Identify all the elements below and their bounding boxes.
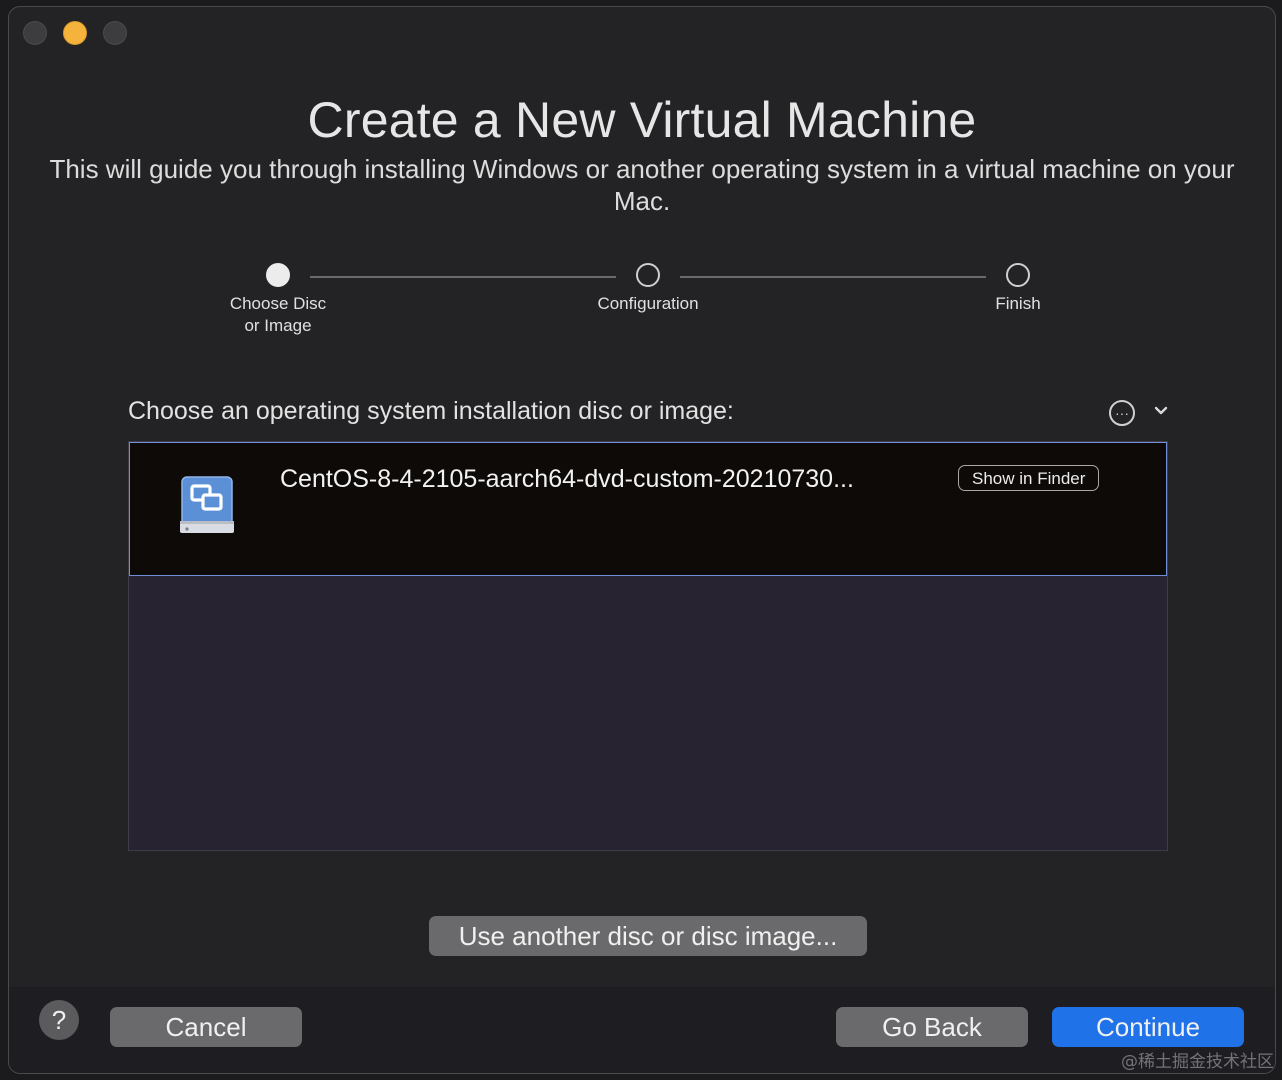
window: Create a New Virtual Machine This will g… (8, 6, 1276, 1074)
step-label: Configuration (597, 294, 699, 313)
close-window-button[interactable] (23, 21, 47, 45)
minimize-window-button[interactable] (63, 21, 87, 45)
help-button[interactable]: ? (39, 1000, 79, 1040)
continue-button[interactable]: Continue (1052, 1007, 1244, 1047)
wizard-steps: Choose Disc or Image Configuration Finis… (9, 263, 1275, 353)
ellipsis-circle-icon[interactable]: ··· (1109, 400, 1135, 426)
disc-list[interactable]: CentOS-8-4-2105-aarch64-dvd-custom-20210… (128, 441, 1168, 851)
disk-image-icon (180, 476, 234, 533)
step-dot-active (266, 263, 290, 287)
chevron-down-icon[interactable] (1151, 401, 1171, 421)
watermark: @稀土掘金技术社区 (1121, 1052, 1274, 1072)
disc-image-name: CentOS-8-4-2105-aarch64-dvd-custom-20210… (280, 465, 854, 493)
step-choose-disc: Choose Disc or Image (178, 263, 378, 337)
step-label: Choose Disc or Image (229, 294, 327, 335)
step-dot (636, 263, 660, 287)
zoom-window-button[interactable] (103, 21, 127, 45)
use-another-disc-button[interactable]: Use another disc or disc image... (429, 916, 867, 956)
chooser-label: Choose an operating system installation … (128, 397, 734, 425)
show-in-finder-button[interactable]: Show in Finder (958, 465, 1100, 491)
traffic-lights (23, 21, 127, 45)
step-configuration: Configuration (548, 263, 748, 315)
page-title: Create a New Virtual Machine (307, 92, 977, 148)
list-item[interactable]: CentOS-8-4-2105-aarch64-dvd-custom-20210… (129, 442, 1167, 576)
step-finish: Finish (918, 263, 1118, 315)
step-label: Finish (995, 294, 1041, 313)
cancel-button[interactable]: Cancel (110, 1007, 302, 1047)
page-subtitle: This will guide you through installing W… (49, 154, 1235, 216)
step-dot (1006, 263, 1030, 287)
go-back-button[interactable]: Go Back (836, 1007, 1028, 1047)
